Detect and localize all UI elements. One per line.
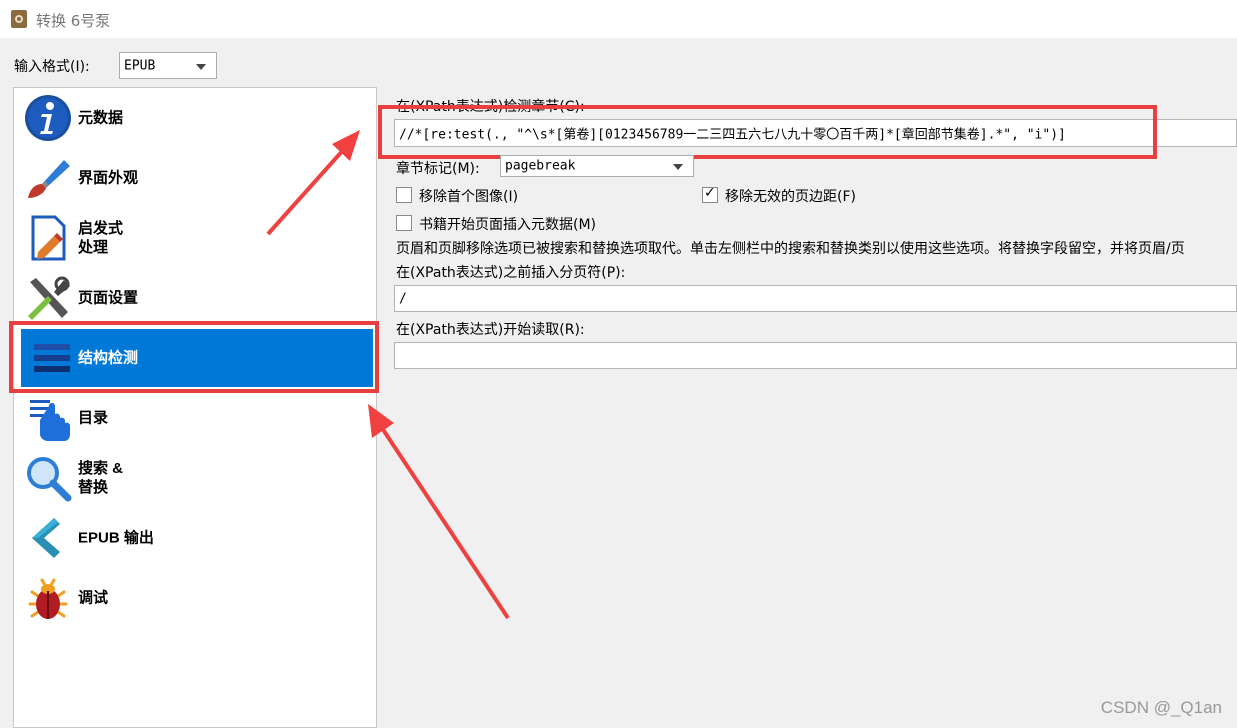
- chapter-mark-select[interactable]: pagebreak: [500, 155, 694, 177]
- magnifier-icon: [27, 457, 72, 502]
- chevron-down-icon: [673, 164, 683, 170]
- page-break-value: /: [399, 291, 407, 306]
- highlight-box-structure: [9, 321, 379, 393]
- check-icon: ✓: [704, 185, 716, 201]
- page-break-label: 在(XPath表达式)之前插入分页符(P):: [396, 265, 626, 281]
- sidebar-item-search-replace[interactable]: 搜索 & 替换: [21, 449, 373, 507]
- remove-fake-margins-checkbox[interactable]: ✓: [702, 185, 718, 203]
- brush-icon: [28, 160, 70, 198]
- insert-metadata-checkbox[interactable]: [396, 215, 412, 231]
- category-sidebar: 元数据 界面外观 启发式 处理 页面设置 结构检测 目录 搜索 & 替换 EPU…: [13, 87, 377, 728]
- sidebar-item-page-setup[interactable]: 页面设置: [21, 269, 373, 327]
- title-bar: 转换 6号泵: [0, 0, 1237, 38]
- highlight-box-regex: [378, 105, 1157, 159]
- input-format-value: EPUB: [124, 58, 156, 73]
- sidebar-item-label: EPUB 输出: [78, 529, 154, 547]
- remove-first-image-checkbox[interactable]: [396, 187, 412, 203]
- sidebar-item-heuristics[interactable]: 启发式 处理: [21, 209, 373, 267]
- page-break-input[interactable]: /: [394, 285, 1237, 312]
- remove-fake-margins-label: 移除无效的页边距(F): [725, 189, 856, 205]
- window-title: 转换 6号泵: [36, 12, 111, 30]
- sidebar-item-label: 目录: [78, 409, 109, 427]
- sidebar-item-metadata[interactable]: 元数据: [21, 89, 373, 147]
- chevron-down-icon: [196, 63, 206, 70]
- toc-pointer-icon: [30, 400, 70, 441]
- sidebar-item-label: 启发式 处理: [78, 220, 124, 256]
- chapter-mark-value: pagebreak: [505, 158, 576, 174]
- document-pencil-icon: [31, 215, 66, 261]
- input-format-select[interactable]: EPUB: [119, 52, 217, 79]
- insert-metadata-label: 书籍开始页面插入元数据(M): [419, 217, 597, 233]
- start-reading-label: 在(XPath表达式)开始读取(R):: [396, 322, 585, 338]
- annotation-arrow-down: [368, 404, 510, 620]
- tools-icon: [28, 276, 70, 320]
- sidebar-item-label: 搜索 & 替换: [78, 460, 124, 496]
- app-icon: [11, 10, 27, 28]
- sidebar-item-label: 调试: [78, 589, 109, 607]
- sidebar-item-epub-output[interactable]: EPUB 输出: [21, 509, 373, 567]
- sidebar-item-look-feel[interactable]: 界面外观: [21, 149, 373, 207]
- input-format-label: 输入格式(I):: [14, 59, 90, 75]
- info-icon: [25, 95, 71, 141]
- chapter-mark-label: 章节标记(M):: [396, 161, 480, 177]
- watermark: CSDN @_Q1an: [1100, 698, 1222, 717]
- sidebar-item-label: 页面设置: [78, 289, 139, 307]
- bug-icon: [28, 578, 68, 619]
- sidebar-item-toc[interactable]: 目录: [21, 389, 373, 447]
- header-footer-note: 页眉和页脚移除选项已被搜索和替换选项取代。单击左侧栏中的搜索和替换类别以使用这些…: [396, 241, 1185, 257]
- start-reading-input[interactable]: [394, 342, 1237, 369]
- sidebar-item-debug[interactable]: 调试: [21, 569, 373, 627]
- epub-chevron-icon: [32, 518, 60, 558]
- remove-first-image-label: 移除首个图像(I): [419, 189, 519, 205]
- sidebar-item-label: 元数据: [78, 109, 124, 127]
- sidebar-item-label: 界面外观: [78, 169, 139, 187]
